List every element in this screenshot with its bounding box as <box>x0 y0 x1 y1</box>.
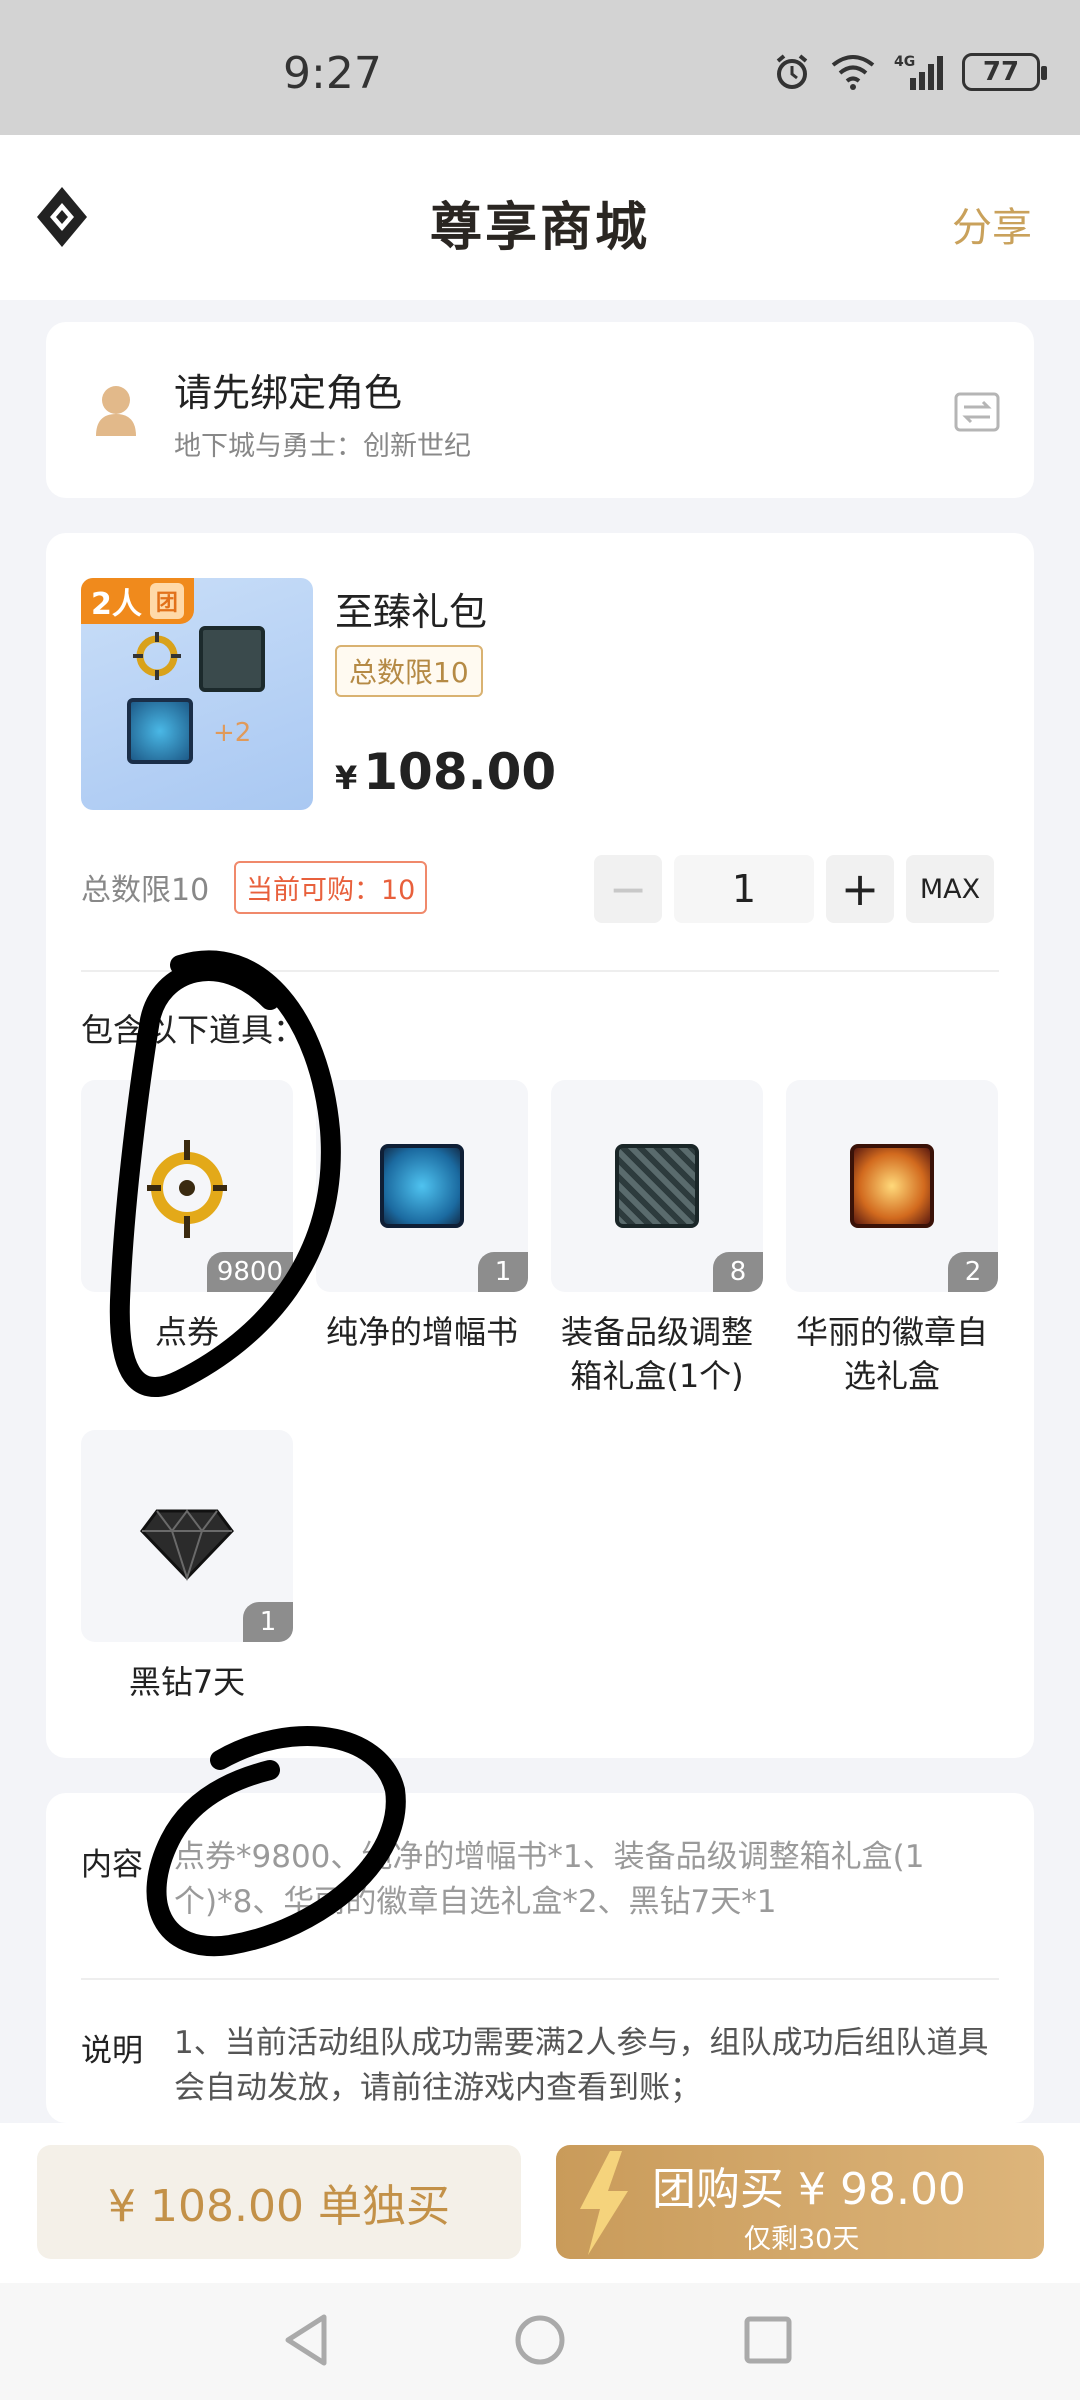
battery-indicator: 77 <box>962 53 1047 91</box>
status-icons: 4G 77 <box>772 52 1047 92</box>
item-card[interactable]: 9800 点券 <box>81 1080 293 1354</box>
item-name: 纯净的增幅书 <box>325 1313 518 1351</box>
group-tag-label: 团 <box>149 583 184 619</box>
item-card[interactable]: 1 纯净的增幅书 <box>316 1080 528 1354</box>
item-card[interactable]: 2 华丽的徽章自选礼盒 <box>786 1080 998 1398</box>
group-size-label: 2人 <box>91 587 142 622</box>
amplify-book-icon <box>380 1144 464 1228</box>
product-thumbnail: 2人 团 +2 <box>81 578 313 810</box>
content-label: 内容 <box>81 1847 143 1883</box>
item-count: 9800 <box>206 1252 293 1292</box>
divider <box>81 970 999 972</box>
group-buy-label: 团购买 ¥ 98.00 <box>652 2164 966 2215</box>
thumb-book-icon <box>127 698 193 764</box>
description-text: 1、当前活动组队成功需要满2人参与，组队成功后组队道具会自动发放，请前往游戏内查… <box>174 2025 989 2106</box>
group-buy-button[interactable]: 团购买 ¥ 98.00 仅剩30天 <box>556 2145 1044 2259</box>
product-card: 2人 团 +2 至臻礼包 总数限10 ¥108.00 总数限10 当前可购：10… <box>46 533 1034 1758</box>
group-remaining-days: 仅剩30天 <box>744 2224 860 2255</box>
status-time: 9:27 <box>283 48 382 99</box>
max-button[interactable]: MAX <box>906 855 994 923</box>
black-diamond-icon <box>140 1509 234 1582</box>
thumb-coupon-icon <box>133 632 181 680</box>
group-size-tag: 2人 团 <box>81 578 194 624</box>
bind-role-title: 请先绑定角色 <box>174 371 403 415</box>
detail-card: 内容 点券*9800、纯净的增幅书*1、装备品级调整箱礼盒(1个)*8、华丽的徽… <box>46 1793 1034 2123</box>
quantity-input[interactable]: 1 <box>674 855 814 923</box>
alarm-icon <box>776 54 808 89</box>
share-button[interactable]: 分享 <box>952 195 1032 253</box>
item-count: 1 <box>478 1252 528 1292</box>
item-card[interactable]: 1 黑钻7天 <box>81 1430 293 1704</box>
item-count: 1 <box>243 1602 293 1642</box>
item-name: 点券 <box>154 1313 219 1351</box>
grade-box-icon <box>615 1144 699 1228</box>
system-navigation-bar <box>0 2283 1080 2400</box>
thumb-box-icon <box>199 626 265 692</box>
item-name: 黑钻7天 <box>128 1663 246 1701</box>
coupon-icon <box>147 1140 227 1238</box>
contains-label: 包含以下道具： <box>81 1011 306 1049</box>
quantity-stepper: − 1 + MAX <box>594 855 994 923</box>
page-title: 尊享商城 <box>429 198 650 258</box>
product-name: 至臻礼包 <box>335 590 488 634</box>
home-icon[interactable] <box>505 2305 575 2375</box>
item-count: 2 <box>948 1252 998 1292</box>
item-card[interactable]: 8 装备品级调整箱礼盒(1个) <box>551 1080 763 1398</box>
game-name: 地下城与勇士：创新世纪 <box>174 431 471 462</box>
total-limit-text: 总数限10 <box>81 873 210 908</box>
item-name: 装备品级调整箱礼盒(1个) <box>560 1313 753 1395</box>
currency-symbol: ¥ <box>335 759 358 797</box>
decrease-button[interactable]: − <box>594 855 662 923</box>
price-value: 108.00 <box>363 743 557 801</box>
thumb-more-count: +2 <box>213 718 252 748</box>
recents-icon[interactable] <box>733 2305 803 2375</box>
status-bar: 9:27 4G 77 <box>0 0 1080 135</box>
item-count: 8 <box>713 1252 763 1292</box>
back-icon[interactable] <box>272 2305 342 2375</box>
buy-single-button[interactable]: ¥ 108.00 单独买 <box>37 2145 521 2259</box>
item-name: 华丽的徽章自选礼盒 <box>795 1313 988 1395</box>
purchase-bar: ¥ 108.00 单独买 团购买 ¥ 98.00 仅剩30天 <box>0 2123 1080 2283</box>
description-label: 说明 <box>81 2033 143 2069</box>
increase-button[interactable]: + <box>826 855 894 923</box>
content-text: 点券*9800、纯净的增幅书*1、装备品级调整箱礼盒(1个)*8、华丽的徽章自选… <box>174 1839 925 1920</box>
limit-badge: 总数限10 <box>335 645 483 697</box>
lightning-icon <box>580 2151 628 2255</box>
wifi-icon <box>831 55 875 90</box>
can-buy-badge: 当前可购：10 <box>234 861 428 914</box>
product-price: ¥108.00 <box>335 743 556 801</box>
divider <box>81 1978 999 1980</box>
signal-4g-icon: 4G <box>894 54 943 90</box>
svg-text:4G: 4G <box>894 54 915 70</box>
bind-role-card[interactable]: 请先绑定角色 地下城与勇士：创新世纪 <box>46 322 1034 498</box>
avatar-icon <box>96 386 136 436</box>
switch-role-icon[interactable] <box>954 392 1000 432</box>
emblem-box-icon <box>850 1144 934 1228</box>
header: 尊享商城 分享 <box>0 135 1080 300</box>
